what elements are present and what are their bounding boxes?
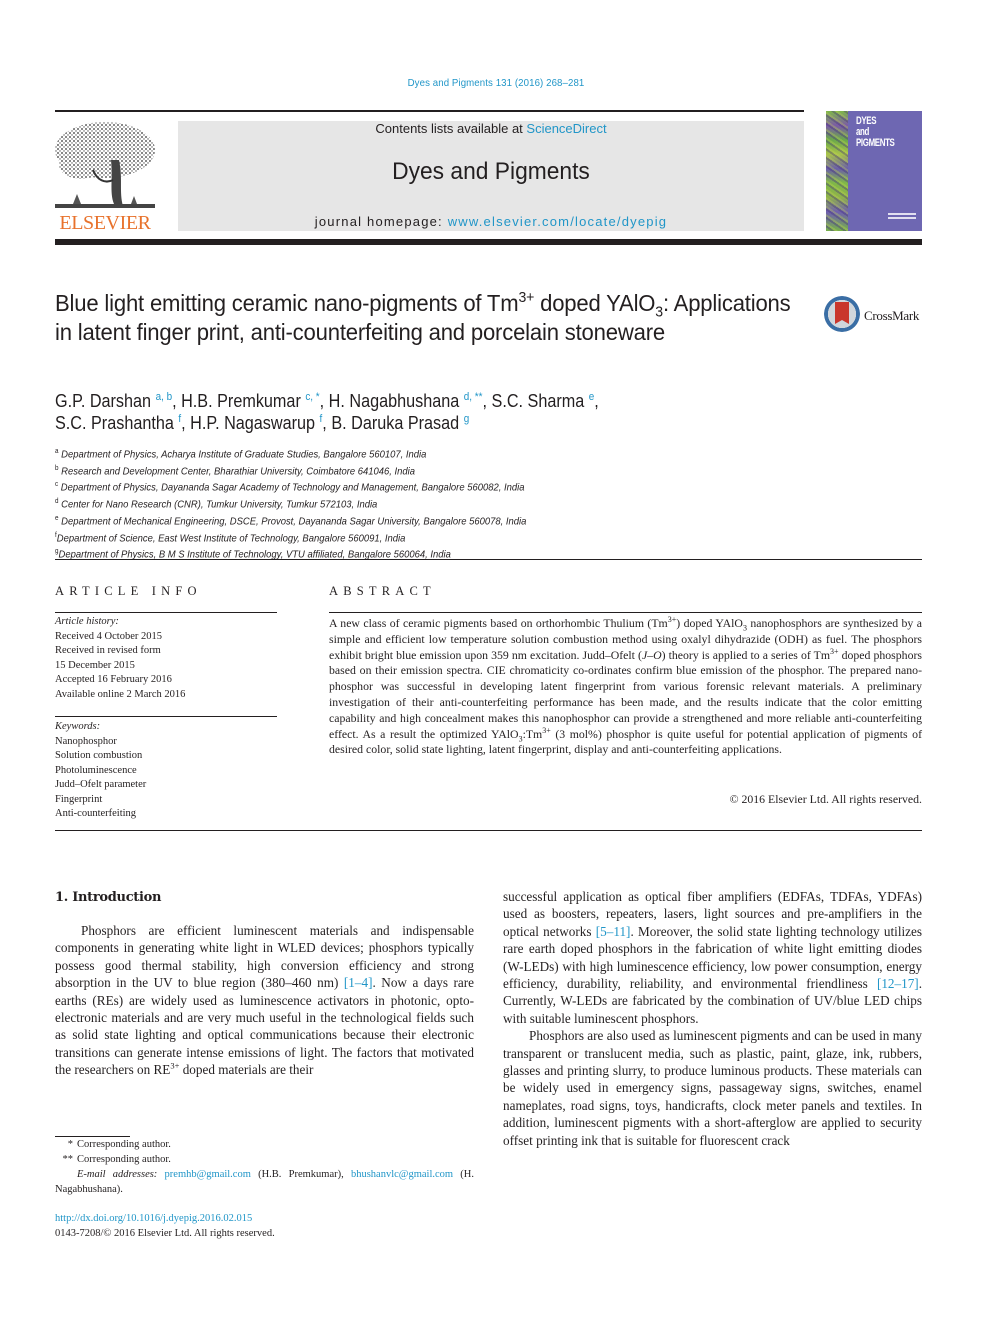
keywords-divider [55,716,277,717]
keyword: Nanophosphor [55,735,117,747]
keyword: Photoluminescence [55,764,137,776]
journal-citation-link[interactable]: Dyes and Pigments 131 (2016) 268–281 [40,77,953,89]
reference-link[interactable]: [12–17] [877,976,919,991]
abstract-divider [329,612,922,613]
homepage-label: journal homepage: [314,214,448,229]
intro-column-right: successful application as optical fiber … [503,888,922,1149]
affiliation-link[interactable]: g [464,413,470,425]
author[interactable]: H. Nagabhushana d, ** [329,391,483,411]
cover-publisher-mark [888,213,916,223]
journal-name: Dyes and Pigments [392,158,590,185]
elsevier-tree-icon [55,122,155,208]
article-history-label: Article history: [55,616,119,627]
header-thick-divider [55,239,922,245]
sciencedirect-link[interactable]: ScienceDirect [526,121,606,136]
paragraph: Phosphors are efficient luminescent mate… [55,923,474,1078]
crossmark-label: CrossMark [864,308,920,323]
elsevier-logo[interactable]: ELSEVIER [53,120,157,234]
history-item: Accepted 16 February 2016 [55,674,172,685]
keyword: Solution combustion [55,750,143,761]
history-item: Received in revised form [55,645,161,656]
crossmark-button[interactable]: CrossMark [824,296,924,336]
keyword: Anti-counterfeiting [55,808,137,819]
author[interactable]: H.P. Nagaswarup f [190,413,322,433]
affiliation-link[interactable]: c, * [305,391,319,403]
intro-column-left: Phosphors are efficient luminescent mate… [55,922,474,1079]
footnote-emails: E-mail addresses: premhb@gmail.com (H.B.… [55,1169,474,1195]
elsevier-wordmark: ELSEVIER [59,212,151,234]
contents-prefix: Contents lists available at [375,121,527,136]
author-list: G.P. Darshan a, b, H.B. Premkumar c, *, … [55,391,599,433]
affiliation-link[interactable]: d, ** [464,391,483,403]
header-divider [55,110,804,112]
author[interactable]: S.C. Prashantha f [55,413,181,433]
paragraph: Phosphors are also used as luminescent p… [503,1028,922,1148]
article-title: Blue light emitting ceramic nano-pigment… [55,289,791,345]
doi-link[interactable]: http://dx.doi.org/10.1016/j.dyepig.2016.… [55,1213,252,1224]
abstract-heading: ABSTRACT [329,584,436,598]
doi-block: http://dx.doi.org/10.1016/j.dyepig.2016.… [55,1211,275,1241]
journal-citation[interactable]: Dyes and Pigments 131 (2016) 268–281 [408,77,585,89]
reference-link[interactable]: [1–4] [344,975,373,990]
cover-title: DYES and PIGMENTS [856,116,895,149]
abstract-bottom-divider [55,830,922,831]
email-link[interactable]: bhushanvlc@gmail.com [351,1169,453,1180]
affiliation-link[interactable]: a, b [156,391,173,403]
contents-line: Contents lists available at ScienceDirec… [178,121,804,136]
affiliation: b Research and Development Center, Bhara… [55,464,416,478]
abstract-copyright: © 2016 Elsevier Ltd. All rights reserved… [729,792,922,806]
footnote-corresponding-1: * Corresponding author. [67,1139,171,1150]
article-info-divider [55,612,277,613]
article-info-heading: ARTICLE INFO [55,584,202,598]
abstract-body: A new class of ceramic pigments based on… [329,615,923,757]
history-item: 15 December 2015 [55,659,135,671]
journal-homepage: journal homepage: www.elsevier.com/locat… [178,214,804,229]
affiliation: c Department of Physics, Dayananda Sagar… [55,481,525,494]
affiliation: fDepartment of Science, East West Instit… [55,531,406,545]
keyword: Fingerprint [55,793,103,805]
affiliation: d Center for Nano Research (CNR), Tumkur… [55,498,378,511]
cover-art [826,111,848,231]
email-link[interactable]: premhb@gmail.com [165,1169,251,1180]
author[interactable]: B. Daruka Prasad g [331,413,469,433]
keywords: Keywords: Nanophosphor Solution combusti… [55,720,277,822]
history-item: Received 4 October 2015 [55,630,163,642]
author[interactable]: S.C. Sharma e [492,391,595,411]
author[interactable]: H.B. Premkumar c, * [181,391,320,411]
paragraph: successful application as optical fiber … [503,889,922,1026]
history-item: Available online 2 March 2016 [55,688,186,700]
reference-link[interactable]: [5–11] [596,924,631,939]
keywords-label: Keywords: [55,721,101,732]
author[interactable]: G.P. Darshan a, b [55,391,172,411]
issn-copyright: 0143-7208/© 2016 Elsevier Ltd. All right… [55,1228,275,1239]
email-label: E-mail addresses: [77,1169,158,1180]
footnotes: * Corresponding author. ** Corresponding a… [55,1137,474,1197]
cover-title-line: PIGMENTS [856,137,895,149]
affiliation-list: a Department of Physics, Acharya Institu… [55,445,685,562]
affiliation: a Department of Physics, Acharya Institu… [55,448,427,461]
journal-cover-image[interactable]: DYES and PIGMENTS [826,111,922,231]
footnote-corresponding-2: ** Corresponding author. [62,1154,171,1165]
affiliations-divider [55,559,922,560]
article-history: Article history: Received 4 October 2015… [55,615,277,702]
homepage-link[interactable]: www.elsevier.com/locate/dyepig [448,214,668,229]
keyword: Judd–Ofelt parameter [55,779,147,790]
section-heading-introduction: 1. Introduction [55,890,162,905]
affiliation: e Department of Mechanical Engineering, … [55,514,527,528]
journal-banner: Contents lists available at ScienceDirec… [178,121,804,231]
